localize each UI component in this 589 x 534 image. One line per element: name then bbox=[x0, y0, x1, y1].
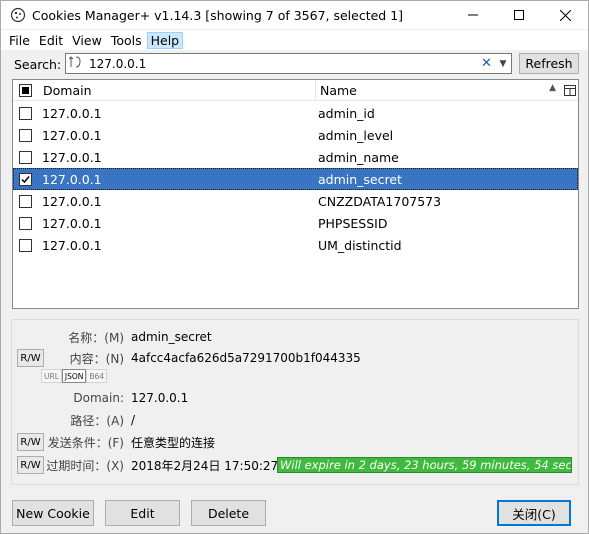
column-header-domain[interactable]: Domain bbox=[38, 80, 316, 101]
clear-search-icon[interactable]: ✕ bbox=[481, 56, 495, 71]
detail-domain-label: Domain: bbox=[73, 391, 124, 405]
maximize-icon bbox=[514, 10, 524, 20]
row-name: PHPSESSID bbox=[318, 215, 388, 231]
minimize-icon bbox=[468, 14, 478, 16]
row-domain: 127.0.0.1 bbox=[42, 149, 102, 165]
row-domain: 127.0.0.1 bbox=[42, 237, 102, 253]
content-encoding-toggles: URL JSON B64 bbox=[41, 369, 108, 383]
checkmark-icon bbox=[21, 175, 30, 183]
row-name: admin_level bbox=[318, 127, 394, 143]
send-rw-toggle[interactable]: R/W bbox=[17, 433, 44, 451]
title-bar: Cookies Manager+ v1.14.3 [showing 7 of 3… bbox=[1, 1, 588, 29]
detail-name-row: 名称：(M) admin_secret bbox=[12, 327, 579, 347]
window-title: Cookies Manager+ v1.14.3 [showing 7 of 3… bbox=[32, 7, 404, 23]
row-name: UM_distinctid bbox=[318, 237, 402, 253]
minimize-button[interactable] bbox=[450, 1, 496, 29]
close-window-button[interactable] bbox=[542, 1, 588, 29]
table-row[interactable]: 127.0.0.1 CNZZDATA1707573 bbox=[13, 190, 578, 212]
table-header: Domain Name ▲ bbox=[13, 80, 578, 101]
menu-bar: File Edit View Tools Help bbox=[1, 30, 588, 50]
detail-domain-row: Domain: 127.0.0.1 bbox=[12, 388, 579, 408]
detail-path-row: 路径：(A) / bbox=[12, 410, 579, 430]
detail-send-value[interactable]: 任意类型的连接 bbox=[131, 434, 215, 451]
table-row[interactable]: 127.0.0.1 admin_level bbox=[13, 124, 578, 146]
select-all-checkbox[interactable] bbox=[13, 80, 38, 101]
content-rw-toggle[interactable]: R/W bbox=[17, 349, 44, 367]
table-row-selected[interactable]: 127.0.0.1 admin_secret bbox=[13, 168, 578, 190]
detail-expire-value[interactable]: 2018年2月24日 17:50:27 bbox=[131, 457, 278, 474]
menu-help[interactable]: Help bbox=[146, 31, 184, 49]
table-row[interactable]: 127.0.0.1 admin_name bbox=[13, 146, 578, 168]
detail-content-label: 内容：(N) bbox=[69, 351, 124, 366]
row-domain: 127.0.0.1 bbox=[42, 105, 102, 121]
window-controls bbox=[450, 1, 588, 29]
sort-ascending-icon: ▲ bbox=[549, 83, 556, 93]
table-row[interactable]: 127.0.0.1 PHPSESSID bbox=[13, 212, 578, 234]
cookie-icon bbox=[10, 7, 26, 23]
menu-file[interactable]: File bbox=[5, 32, 34, 49]
detail-name-value[interactable]: admin_secret bbox=[131, 330, 212, 344]
row-checkbox[interactable] bbox=[19, 106, 32, 120]
expire-countdown-badge: Will expire in 2 days, 23 hours, 59 minu… bbox=[277, 457, 572, 473]
delete-button[interactable]: Delete bbox=[191, 500, 266, 526]
table-row[interactable]: 127.0.0.1 admin_id bbox=[13, 102, 578, 124]
filter-options-icon[interactable] bbox=[68, 55, 87, 72]
row-checkbox[interactable] bbox=[19, 194, 32, 208]
edit-button[interactable]: Edit bbox=[105, 500, 180, 526]
search-value: 127.0.0.1 bbox=[89, 56, 147, 71]
detail-expire-row: R/W 过期时间：(X) 2018年2月24日 17:50:27 Will ex… bbox=[12, 455, 579, 475]
row-checkbox-checked[interactable] bbox=[19, 172, 32, 186]
detail-expire-label: 过期时间：(X) bbox=[46, 458, 124, 473]
menu-edit[interactable]: Edit bbox=[35, 32, 67, 49]
menu-tools[interactable]: Tools bbox=[107, 32, 146, 49]
column-header-name-label: Name bbox=[320, 83, 357, 98]
row-domain: 127.0.0.1 bbox=[42, 215, 102, 231]
detail-content-value[interactable]: 4afcc4acfa626d5a7291700b1f044335 bbox=[131, 351, 361, 365]
search-label: Search: bbox=[14, 56, 62, 72]
row-name: admin_name bbox=[318, 149, 399, 165]
row-checkbox[interactable] bbox=[19, 150, 32, 164]
search-input[interactable]: 127.0.0.1 ✕ ▼ bbox=[65, 53, 512, 74]
cookie-details-panel: 名称：(M) admin_secret R/W 内容：(N) 4afcc4acf… bbox=[12, 321, 579, 482]
cookie-table: Domain Name ▲ 127.0.0.1 admin_id 127.0.0… bbox=[12, 79, 579, 309]
row-domain: 127.0.0.1 bbox=[42, 127, 102, 143]
detail-domain-value[interactable]: 127.0.0.1 bbox=[131, 391, 188, 405]
expire-rw-toggle[interactable]: R/W bbox=[17, 456, 44, 474]
menu-view[interactable]: View bbox=[68, 32, 106, 49]
table-body: 127.0.0.1 admin_id 127.0.0.1 admin_level… bbox=[13, 102, 578, 256]
search-history-dropdown-icon[interactable]: ▼ bbox=[495, 59, 511, 69]
table-row[interactable]: 127.0.0.1 UM_distinctid bbox=[13, 234, 578, 256]
cookies-manager-window: Cookies Manager+ v1.14.3 [showing 7 of 3… bbox=[0, 0, 589, 534]
detail-path-value[interactable]: / bbox=[131, 413, 135, 427]
encoding-url-toggle[interactable]: URL bbox=[41, 369, 62, 383]
encoding-json-toggle[interactable]: JSON bbox=[61, 369, 87, 383]
row-domain: 127.0.0.1 bbox=[42, 171, 102, 187]
detail-path-label: 路径：(A) bbox=[70, 413, 124, 428]
close-icon bbox=[559, 9, 571, 21]
close-button[interactable]: 关闭(C) bbox=[497, 500, 571, 526]
column-picker-icon[interactable] bbox=[562, 80, 578, 101]
new-cookie-button[interactable]: New Cookie bbox=[12, 500, 94, 526]
search-row: Search: 127.0.0.1 ✕ ▼ Refresh bbox=[1, 51, 588, 77]
maximize-button[interactable] bbox=[496, 1, 542, 29]
detail-send-label: 发送条件：(F) bbox=[47, 435, 124, 450]
row-checkbox[interactable] bbox=[19, 128, 32, 142]
row-checkbox[interactable] bbox=[19, 238, 32, 252]
detail-send-row: R/W 发送条件：(F) 任意类型的连接 bbox=[12, 432, 579, 452]
detail-name-label: 名称：(M) bbox=[68, 330, 124, 345]
row-name: admin_id bbox=[318, 105, 375, 121]
column-header-name[interactable]: Name bbox=[316, 80, 561, 101]
refresh-button[interactable]: Refresh bbox=[519, 53, 579, 74]
encoding-b64-toggle[interactable]: B64 bbox=[86, 369, 108, 383]
row-checkbox[interactable] bbox=[19, 216, 32, 230]
row-name: CNZZDATA1707573 bbox=[318, 193, 442, 209]
row-domain: 127.0.0.1 bbox=[42, 193, 102, 209]
row-name: admin_secret bbox=[318, 171, 402, 187]
detail-content-row: R/W 内容：(N) 4afcc4acfa626d5a7291700b1f044… bbox=[12, 348, 579, 368]
